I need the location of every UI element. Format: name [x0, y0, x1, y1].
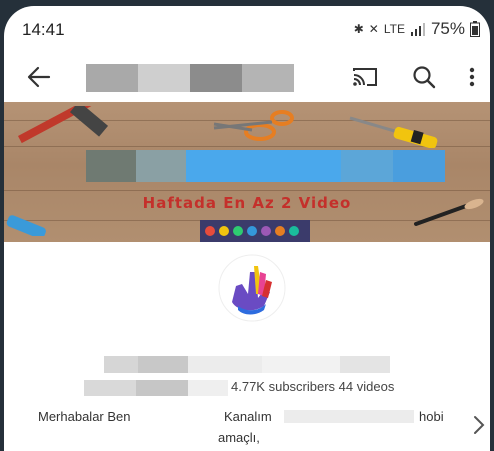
chevron-right-icon[interactable] [472, 415, 486, 435]
status-icons: ✱ ✕ LTE 75% [354, 19, 480, 39]
channel-name-redacted [104, 356, 390, 373]
lte-signal-icon: LTE [383, 22, 405, 36]
banner-tagline: Haftada En Az 2 Video [142, 194, 352, 212]
description-redacted [284, 410, 414, 423]
scissors-icon [213, 110, 294, 141]
channel-avatar[interactable] [218, 254, 286, 322]
signal-icon [410, 23, 425, 36]
description-text[interactable]: Merhabalar Ben [38, 409, 131, 424]
description-text[interactable]: amaçlı, [218, 430, 260, 445]
cast-icon[interactable] [350, 62, 380, 92]
marker-icon [6, 215, 46, 236]
search-icon[interactable] [409, 62, 439, 92]
bluetooth-icon: ✱ [353, 22, 364, 36]
paint-palette-icon [200, 220, 310, 242]
arrow-left-icon[interactable] [24, 62, 54, 92]
channel-banner: Haftada En Az 2 Video [4, 102, 490, 242]
wood-grain [4, 190, 490, 191]
channel-stats: 4.77K subscribers 44 videos [231, 379, 395, 394]
description-text[interactable]: Kanalım [224, 409, 272, 424]
app-bar [4, 52, 490, 102]
description-text[interactable]: hobi [419, 409, 444, 424]
mute-icon: ✕ [368, 22, 379, 36]
status-bar: 14:41 ✱ ✕ LTE 75% [4, 6, 490, 52]
banner-title-redacted [86, 150, 445, 182]
status-time: 14:41 [22, 20, 65, 39]
battery-icon [470, 21, 480, 37]
battery-percent: 75% [430, 19, 465, 38]
screwdriver-icon [349, 116, 438, 148]
channel-title-redacted [86, 64, 294, 92]
more-vertical-icon[interactable] [462, 62, 482, 92]
phone-screen: 14:41 ✱ ✕ LTE 75% Haftada En Az 2 Video … [4, 6, 490, 451]
channel-handle-redacted [84, 380, 228, 396]
